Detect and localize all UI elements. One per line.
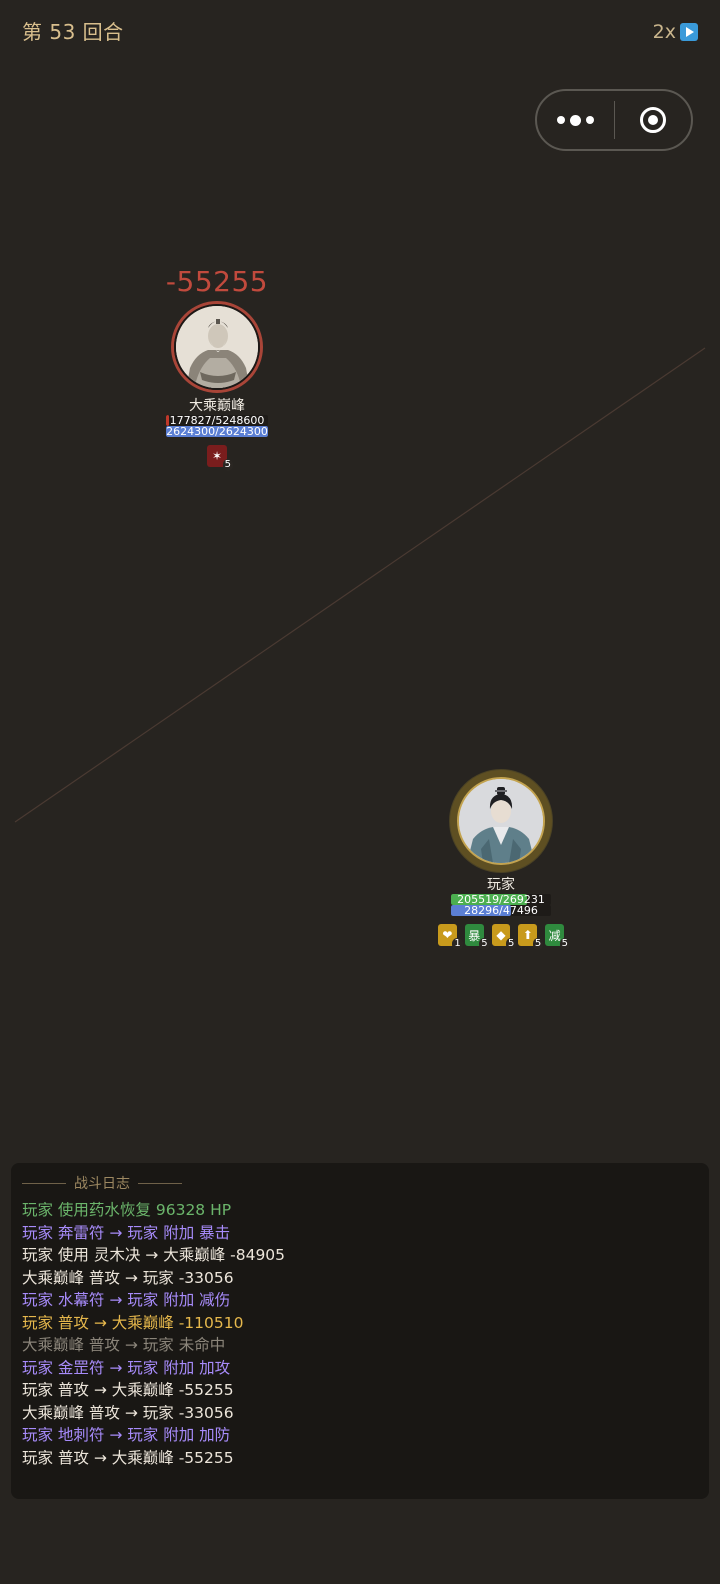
- player-status-effects: ❤ 1 暴 5 ◆ 5 ⬆ 5 减 5: [438, 924, 570, 950]
- log-entry: 玩家 普攻 → 大乘巅峰 -55255: [22, 1381, 234, 1399]
- player-status-stacks: 5: [479, 938, 490, 950]
- enemy-mp-bar: 2624300/2624300: [166, 426, 268, 437]
- damage-reduction-icon[interactable]: 减5: [545, 924, 570, 950]
- player-status-glyph: ⬆: [522, 928, 533, 942]
- round-counter: 第 53 回合: [22, 20, 124, 44]
- player-name: 玩家: [487, 877, 515, 893]
- player-hp-bar: 205519/269231: [451, 894, 551, 905]
- player-unit[interactable]: 玩家 205519/269231 28296/47496 ❤ 1 暴 5 ◆ 5 ⬆ 5 减 5: [438, 770, 570, 950]
- attack-up-icon[interactable]: ⬆ 5: [518, 924, 544, 950]
- player-status-stacks: 5: [559, 938, 570, 950]
- dot-icon: [569, 114, 581, 126]
- crit-buff-icon[interactable]: 暴5: [464, 924, 490, 950]
- log-entry: 大乘巅峰 普攻 → 玩家 未命中: [22, 1336, 226, 1354]
- player-portrait[interactable]: [450, 770, 552, 872]
- log-entry: 玩家 水幕符 → 玩家 附加 减伤: [22, 1291, 231, 1309]
- player-hp-text: 205519/269231: [457, 894, 545, 905]
- log-entry: 玩家 地刺符 → 玩家 附加 加防: [22, 1426, 231, 1444]
- log-entry: 玩家 奔雷符 → 玩家 附加 暴击: [22, 1223, 231, 1242]
- bleed-icon[interactable]: ✶ 5: [207, 445, 233, 471]
- shield-icon[interactable]: ◆ 5: [491, 924, 517, 950]
- speed-toggle-button[interactable]: 2x: [653, 21, 698, 43]
- log-entry: 玩家 金罡符 → 玩家 附加 加攻: [22, 1358, 231, 1377]
- damage-popup: -55255: [165, 265, 269, 298]
- log-entry: 大乘巅峰 普攻 → 玩家 -33056: [22, 1403, 234, 1422]
- enemy-unit[interactable]: -55255 大乘巅峰 177827/5248600 2624300/26243…: [158, 265, 276, 471]
- enemy-status-effects: ✶ 5: [158, 445, 276, 471]
- dot-icon: [585, 116, 594, 124]
- target-icon: [639, 107, 666, 133]
- battle-log-entries: 玩家 使用药水恢复 96328 HP 玩家 奔雷符 → 玩家 附加 暴击玩家 使用…: [22, 1199, 698, 1469]
- player-status-glyph: ◆: [496, 928, 506, 942]
- close-miniprogram-button[interactable]: [615, 91, 692, 149]
- enemy-portrait[interactable]: [171, 301, 263, 393]
- enemy-hp-text: 177827/5248600: [169, 415, 265, 426]
- divider: [138, 1182, 182, 1184]
- enemy-name: 大乘巅峰: [189, 398, 245, 414]
- log-entry: 玩家 普攻 → 大乘巅峰 -55255: [22, 1448, 234, 1467]
- heal-icon[interactable]: ❤ 1: [438, 924, 463, 950]
- player-status-stacks: 5: [532, 938, 544, 950]
- battle-log-panel[interactable]: 战斗日志 玩家 使用药水恢复 96328 HP 玩家 奔雷符 → 玩家 附加 暴击…: [11, 1163, 709, 1499]
- log-entry: 玩家 普攻 → 大乘巅峰 -110510: [22, 1313, 244, 1332]
- battle-log-header: 战斗日志: [22, 1173, 698, 1193]
- log-entry: 玩家 使用药水恢复 96328 HP: [22, 1201, 232, 1219]
- more-options-button[interactable]: [537, 91, 614, 149]
- speed-label: 2x: [652, 21, 676, 43]
- enemy-mp-text: 2624300/2624300: [166, 426, 268, 437]
- log-entry: 大乘巅峰 普攻 → 玩家 -33056: [22, 1268, 234, 1287]
- battle-log-title: 战斗日志: [74, 1176, 130, 1192]
- enemy-status-stacks: 5: [222, 459, 233, 471]
- player-status-glyph: 减: [548, 928, 561, 943]
- sage-avatar-icon: [176, 306, 258, 388]
- player-status-stacks: 5: [506, 938, 517, 950]
- enemy-status-glyph: ✶: [211, 449, 223, 463]
- log-entry: 玩家 使用 灵木决 → 大乘巅峰 -84905: [22, 1246, 286, 1264]
- enemy-hp-bar: 177827/5248600: [166, 415, 268, 426]
- swordsman-avatar-icon: [459, 779, 543, 863]
- player-status-glyph: ❤: [442, 928, 453, 942]
- player-mp-bar: 28296/47496: [451, 905, 551, 916]
- dot-icon: [556, 116, 565, 124]
- miniprogram-capsule: [535, 89, 693, 151]
- play-icon: [680, 23, 698, 41]
- player-status-stacks: 1: [452, 938, 463, 950]
- divider: [22, 1182, 66, 1184]
- player-mp-text: 28296/47496: [464, 905, 538, 916]
